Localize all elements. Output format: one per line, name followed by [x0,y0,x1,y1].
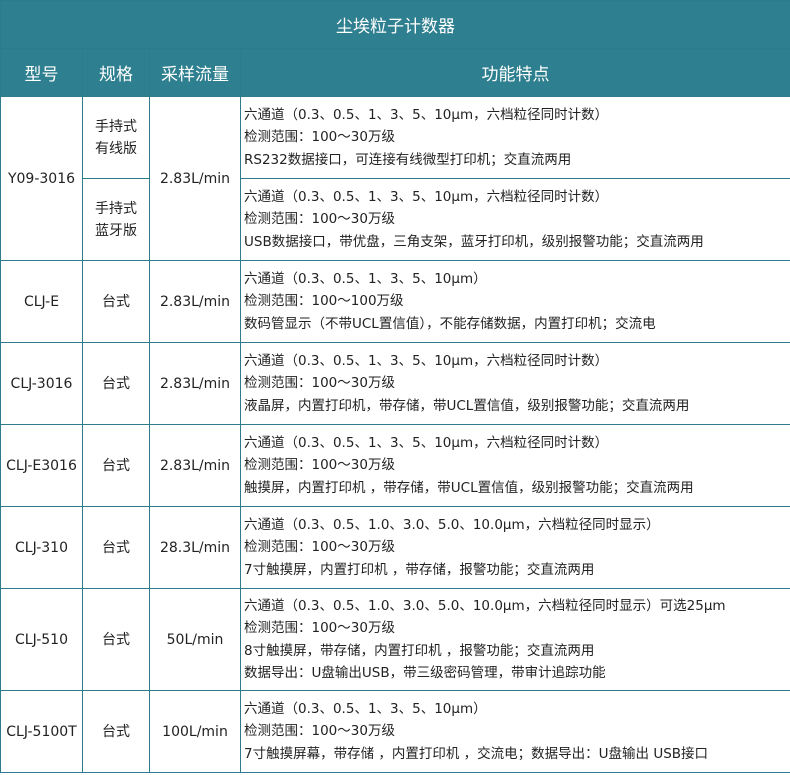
header-spec: 规格 [82,48,150,97]
feature-line: 7寸触摸屏，内置打印机 ，带存储，报警功能；交直流两用 [244,561,595,578]
feature-line: 8寸触摸屏，带存储，内置打印机 ，报警功能；交直流两用 [244,642,595,659]
spec-cell: 手持式 有线版 [82,96,150,179]
model-cell: CLJ-E3016 [0,424,83,507]
spec-line: 手持式 [95,200,137,217]
feature-line: RS232数据接口，可连接有线微型打印机；交直流两用 [244,151,572,168]
feature-line: 7寸触摸屏幕，带存储 ，内置打印机 ，交流电；数据导出：U盘输出 USB接口 [244,745,709,762]
flow-cell: 50L/min [149,588,241,691]
feature-line: 六通道（0.3、0.5、1、3、5、10μm，六档粒径同时计数） [244,188,609,205]
model-cell: CLJ-310 [0,506,83,589]
model-cell: CLJ-E [0,260,83,343]
title-row: 尘埃粒子计数器 [0,0,790,49]
feature-line: 数码管显示（不带UCL置信值），不能存储数据，内置打印机；交流电 [244,315,656,332]
model-cell: CLJ-3016 [0,342,83,425]
features-cell: 六通道（0.3、0.5、1、3、5、10μm，六档粒径同时计数） 检测范围：10… [240,342,790,425]
table-row: CLJ-5100T 台式 100L/min 六通道（0.3、0.5、1、3、5、… [0,690,790,773]
flow-cell: 2.83L/min [149,424,241,507]
spec-cell: 台式 [82,506,150,589]
table-row: CLJ-510 台式 50L/min 六通道（0.3、0.5、1.0、3.0、5… [0,588,790,691]
feature-line: 检测范围：100～30万级 [244,375,395,392]
flow-cell: 2.83L/min [149,96,241,261]
feature-line: 六通道（0.3、0.5、1、3、5、10μm，六档粒径同时计数） [244,106,609,123]
feature-line: 检测范围：100～30万级 [244,539,395,556]
table-row: 手持式 蓝牙版 六通道（0.3、0.5、1、3、5、10μm，六档粒径同时计数）… [1,178,790,261]
table-row: CLJ-E 台式 2.83L/min 六通道（0.3、0.5、1、3、5、10μ… [0,260,790,343]
features-cell: 六通道（0.3、0.5、1.0、3.0、5.0、10.0μm，六档粒径同时显示）… [240,588,790,691]
spec-cell: 台式 [82,342,150,425]
header-flow: 采样流量 [149,48,241,97]
spec-cell: 台式 [82,260,150,343]
feature-line: 检测范围：100～30万级 [244,129,395,146]
feature-line: 六通道（0.3、0.5、1、3、5、10μm） [244,270,487,287]
feature-line: 液晶屏，内置打印机，带存储，带UCL置信值，级别报警功能；交直流两用 [244,397,690,414]
particle-counter-table: 尘埃粒子计数器 型号 规格 采样流量 功能特点 Y09-3016 手持式 有线版… [0,0,790,773]
features-cell: 六通道（0.3、0.5、1、3、5、10μm，六档粒径同时计数） 检测范围：10… [240,96,790,179]
table-title: 尘埃粒子计数器 [0,0,790,49]
feature-line: 触摸屏，内置打印机 ，带存储，带UCL置信值，级别报警功能；交直流两用 [244,479,694,496]
flow-cell: 2.83L/min [149,260,241,343]
features-cell: 六通道（0.3、0.5、1、3、5、10μm） 检测范围：100～100万级 数… [240,260,790,343]
table-row: CLJ-310 台式 28.3L/min 六通道（0.3、0.5、1.0、3.0… [0,506,790,589]
feature-line: 六通道（0.3、0.5、1、3、5、10μm，六档粒径同时计数） [244,352,609,369]
table-row: CLJ-3016 台式 2.83L/min 六通道（0.3、0.5、1、3、5、… [0,342,790,425]
spec-cell: 台式 [82,424,150,507]
flow-cell: 28.3L/min [149,506,241,589]
features-cell: 六通道（0.3、0.5、1、3、5、10μm，六档粒径同时计数） 检测范围：10… [240,178,790,261]
table-row: Y09-3016 手持式 有线版 2.83L/min 六通道（0.3、0.5、1… [0,96,790,261]
flow-cell: 2.83L/min [149,342,241,425]
model-cell: CLJ-5100T [0,690,83,773]
model-cell: CLJ-510 [0,588,83,691]
feature-line: 检测范围：100～30万级 [244,211,395,228]
spec-line: 蓝牙版 [95,222,137,239]
features-cell: 六通道（0.3、0.5、1、3、5、10μm） 检测范围：100～30万级 7寸… [240,690,790,773]
feature-line: 检测范围：100～30万级 [244,457,395,474]
spec-cell: 台式 [82,690,150,773]
feature-line: 检测范围：100～30万级 [244,723,395,740]
header-row: 型号 规格 采样流量 功能特点 [0,48,790,97]
feature-line: 六通道（0.3、0.5、1、3、5、10μm） [244,700,487,717]
spec-cell: 台式 [82,588,150,691]
feature-line: 六通道（0.3、0.5、1.0、3.0、5.0、10.0μm，六档粒径同时显示）… [244,597,726,614]
feature-line: 六通道（0.3、0.5、1.0、3.0、5.0、10.0μm，六档粒径同时显示） [244,516,660,533]
header-features: 功能特点 [240,48,790,97]
header-model: 型号 [0,48,83,97]
features-cell: 六通道（0.3、0.5、1、3、5、10μm，六档粒径同时计数） 检测范围：10… [240,424,790,507]
features-cell: 六通道（0.3、0.5、1.0、3.0、5.0、10.0μm，六档粒径同时显示）… [240,506,790,589]
feature-line: 六通道（0.3、0.5、1、3、5、10μm，六档粒径同时计数） [244,434,609,451]
feature-line: 数据导出：U盘输出USB，带三级密码管理，带审计追踪功能 [244,665,606,681]
feature-line: 检测范围：100～30万级 [244,620,395,636]
model-cell: Y09-3016 [0,96,83,261]
table-row: CLJ-E3016 台式 2.83L/min 六通道（0.3、0.5、1、3、5… [0,424,790,507]
feature-line: 检测范围：100～100万级 [244,293,404,310]
spec-line: 手持式 [95,118,137,135]
spec-line: 有线版 [95,140,137,157]
flow-cell: 100L/min [149,690,241,773]
feature-line: USB数据接口，带优盘，三角支架，蓝牙打印机，级别报警功能；交直流两用 [244,233,704,250]
spec-cell: 手持式 蓝牙版 [82,178,150,261]
